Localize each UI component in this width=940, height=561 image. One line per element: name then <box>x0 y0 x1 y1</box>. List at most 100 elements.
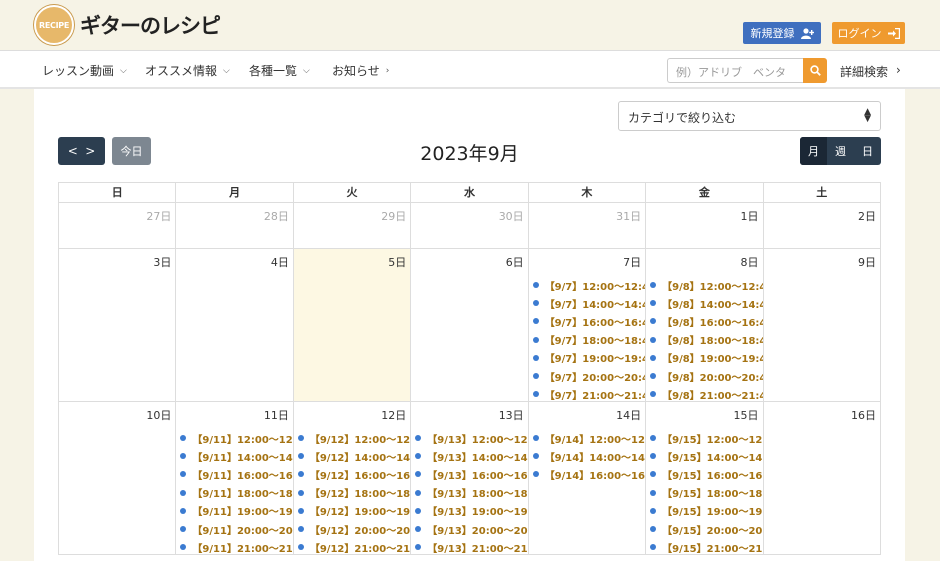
nav-item-lists[interactable]: 各種一覧 ⌵ <box>249 62 310 79</box>
calendar-day-cell[interactable]: 8日 【9/8】12:00〜12:40 【9/8】14:00〜14:40 【9/8】1… <box>646 249 764 401</box>
event-title: 【9/13】19:00〜19:40 <box>427 507 528 519</box>
event-title: 【9/7】12:00〜12:40 <box>544 281 646 293</box>
event-title: 【9/8】16:00〜16:40 <box>662 317 763 329</box>
event-dot-icon <box>650 489 657 496</box>
calendar-event[interactable]: 【9/7】14:00〜14:40 <box>532 294 645 312</box>
calendar-event[interactable]: 【9/12】21:00〜21:40 <box>297 538 410 554</box>
calendar-event[interactable]: 【9/7】19:00〜19:40 <box>532 349 645 367</box>
nav-item-recommended[interactable]: オススメ情報 ⌵ <box>145 62 230 79</box>
login-button[interactable]: ログイン <box>832 22 905 44</box>
calendar-day-cell[interactable]: 28日 <box>176 203 294 248</box>
calendar-event[interactable]: 【9/15】12:00〜12:40 <box>650 429 763 447</box>
event-title: 【9/11】12:00〜12:40 <box>192 434 293 446</box>
calendar-event[interactable]: 【9/13】21:00〜21:40 <box>415 538 528 554</box>
calendar-day-cell[interactable]: 1日 <box>646 203 764 248</box>
calendar-event[interactable]: 【9/15】20:00〜20:40 <box>650 520 763 538</box>
nav-item-lesson-videos[interactable]: レッスン動画 ⌵ <box>42 62 127 79</box>
calendar-event[interactable]: 【9/8】21:00〜21:40 <box>650 385 763 401</box>
calendar-day-cell[interactable]: 14日【9/14】12:00〜12:40【9/14】14:00〜14:40【9/… <box>529 402 647 554</box>
calendar-event[interactable]: 【9/14】14:00〜14:40 <box>532 447 645 465</box>
calendar-event[interactable]: 【9/13】19:00〜19:40 <box>415 502 528 520</box>
calendar-day-cell[interactable]: 13日【9/13】12:00〜12:40【9/13】14:00〜14:40【9/… <box>411 402 529 554</box>
category-filter-select[interactable]: カテゴリで絞り込む ▲ ▼ <box>618 101 881 131</box>
event-dot-icon <box>650 526 657 533</box>
calendar-event[interactable]: 【9/12】16:00〜16:40 <box>297 465 410 483</box>
advanced-search-link[interactable]: 詳細検索 › <box>840 63 901 80</box>
event-dot-icon <box>180 489 187 496</box>
calendar-event[interactable]: 【9/15】16:00〜16:40 <box>650 465 763 483</box>
calendar-event[interactable]: 【9/11】19:00〜19:40 <box>180 502 293 520</box>
calendar-event[interactable]: 【9/13】12:00〜12:40 <box>415 429 528 447</box>
search-icon <box>809 65 821 76</box>
calendar-day-cell[interactable]: 11日【9/11】12:00〜12:40【9/11】14:00〜14:40【9/… <box>176 402 294 554</box>
event-title: 【9/15】20:00〜20:40 <box>662 525 763 537</box>
calendar-event[interactable]: 【9/15】18:00〜18:40 <box>650 484 763 502</box>
calendar-day-cell[interactable]: 6日 <box>411 249 529 401</box>
calendar-event[interactable]: 【9/11】20:00〜20:40 <box>180 520 293 538</box>
calendar-event[interactable]: 【9/7】16:00〜16:40 <box>532 312 645 330</box>
calendar-event[interactable]: 【9/12】18:00〜18:40 <box>297 484 410 502</box>
event-list: 【9/14】12:00〜12:40 【9/14】14:00〜14:40 【9/14】… <box>532 429 645 484</box>
calendar-day-cell[interactable]: 3日 <box>59 249 177 401</box>
calendar-event[interactable]: 【9/11】21:00〜21:40 <box>180 538 293 554</box>
calendar-title: 2023年9月 <box>420 143 519 165</box>
calendar-event[interactable]: 【9/14】12:00〜12:40 <box>532 429 645 447</box>
calendar-event[interactable]: 【9/15】14:00〜14:40 <box>650 447 763 465</box>
calendar-day-cell[interactable]: 29日 <box>294 203 412 248</box>
event-title: 【9/12】19:00〜19:40 <box>309 507 411 519</box>
calendar-event[interactable]: 【9/11】16:00〜16:40 <box>180 465 293 483</box>
calendar-event[interactable]: 【9/12】12:00〜12:40 <box>297 429 410 447</box>
event-dot-icon <box>297 526 304 533</box>
calendar-day-cell[interactable]: 16日 <box>764 402 881 554</box>
calendar-day-cell[interactable]: 15日【9/15】12:00〜12:40【9/15】14:00〜14:40【9/… <box>646 402 764 554</box>
search-placeholder: 例）アドリブ ベンタ <box>676 66 786 79</box>
calendar-event[interactable]: 【9/7】12:00〜12:40 <box>532 276 646 294</box>
calendar-event[interactable]: 【9/8】20:00〜20:40 <box>650 367 763 385</box>
calendar-day-cell[interactable]: 27日 <box>59 203 177 248</box>
calendar-event[interactable]: 【9/13】14:00〜14:40 <box>415 447 528 465</box>
search-button[interactable] <box>803 58 827 83</box>
view-week-button[interactable]: 週 <box>827 137 854 165</box>
calendar-event[interactable]: 【9/7】18:00〜18:40 <box>532 331 645 349</box>
calendar-event[interactable]: 【9/12】19:00〜19:40 <box>297 502 411 520</box>
calendar-event[interactable]: 【9/8】19:00〜19:40 <box>650 349 763 367</box>
calendar-event[interactable]: 【9/14】16:00〜16:40 <box>532 465 645 483</box>
site-logo[interactable]: RECIPE ギターのレシピ <box>34 5 221 45</box>
calendar-event[interactable]: 【9/15】21:00〜21:40 <box>650 538 763 554</box>
calendar-event[interactable]: 【9/13】16:00〜16:40 <box>415 465 528 483</box>
calendar-event[interactable]: 【9/11】18:00〜18:40 <box>180 484 293 502</box>
calendar-event[interactable]: 【9/12】20:00〜20:40 <box>297 520 410 538</box>
register-button[interactable]: 新規登録 <box>743 22 821 44</box>
calendar-event[interactable]: 【9/13】18:00〜18:40 <box>415 484 528 502</box>
event-dot-icon <box>180 471 187 478</box>
event-title: 【9/14】14:00〜14:40 <box>544 452 645 464</box>
calendar-day-cell[interactable]: 5日 <box>293 249 412 401</box>
nav-item-news[interactable]: お知らせ › <box>332 62 389 79</box>
calendar-day-cell[interactable]: 4日 <box>176 249 294 401</box>
view-day-button[interactable]: 日 <box>854 137 881 165</box>
calendar-event[interactable]: 【9/15】19:00〜19:40 <box>650 502 763 520</box>
view-month-button[interactable]: 月 <box>800 137 827 165</box>
calendar-event[interactable]: 【9/8】18:00〜18:40 <box>650 331 763 349</box>
calendar-day-cell[interactable]: 31日 <box>529 203 647 248</box>
calendar-event[interactable]: 【9/8】14:00〜14:40 <box>650 294 763 312</box>
calendar-day-cell[interactable]: 9日 <box>764 249 881 401</box>
event-dot-icon <box>415 544 422 551</box>
calendar-event[interactable]: 【9/8】16:00〜16:40 <box>650 312 763 330</box>
calendar-day-cell[interactable]: 2日 <box>764 203 881 248</box>
calendar-event[interactable]: 【9/13】20:00〜20:40 <box>415 520 528 538</box>
calendar-day-cell[interactable]: 30日 <box>411 203 529 248</box>
calendar-event[interactable]: 【9/7】21:00〜21:40 <box>532 385 645 401</box>
search-input[interactable]: 例）アドリブ ベンタ <box>667 58 803 83</box>
calendar-day-cell[interactable]: 7日 【9/7】12:00〜12:40 【9/7】14:00〜14:40 【9/7】1… <box>529 249 647 401</box>
calendar-event[interactable]: 【9/8】12:00〜12:40 <box>650 276 763 294</box>
site-header: RECIPE ギターのレシピ 新規登録 ログイン <box>0 0 940 50</box>
calendar-day-cell[interactable]: 10日 <box>59 402 177 554</box>
calendar-event[interactable]: 【9/11】12:00〜12:40 <box>180 429 293 447</box>
calendar-event[interactable]: 【9/12】14:00〜14:40 <box>297 447 410 465</box>
calendar-event[interactable]: 【9/11】14:00〜14:40 <box>180 447 293 465</box>
event-list: 【9/15】12:00〜12:40 【9/15】14:00〜14:40 【9/15】… <box>650 429 763 554</box>
calendar-event[interactable]: 【9/7】20:00〜20:40 <box>532 367 645 385</box>
calendar-day-cell[interactable]: 12日【9/12】12:00〜12:40【9/12】14:00〜14:40【9/… <box>294 402 412 554</box>
day-number: 27日 <box>146 210 172 223</box>
